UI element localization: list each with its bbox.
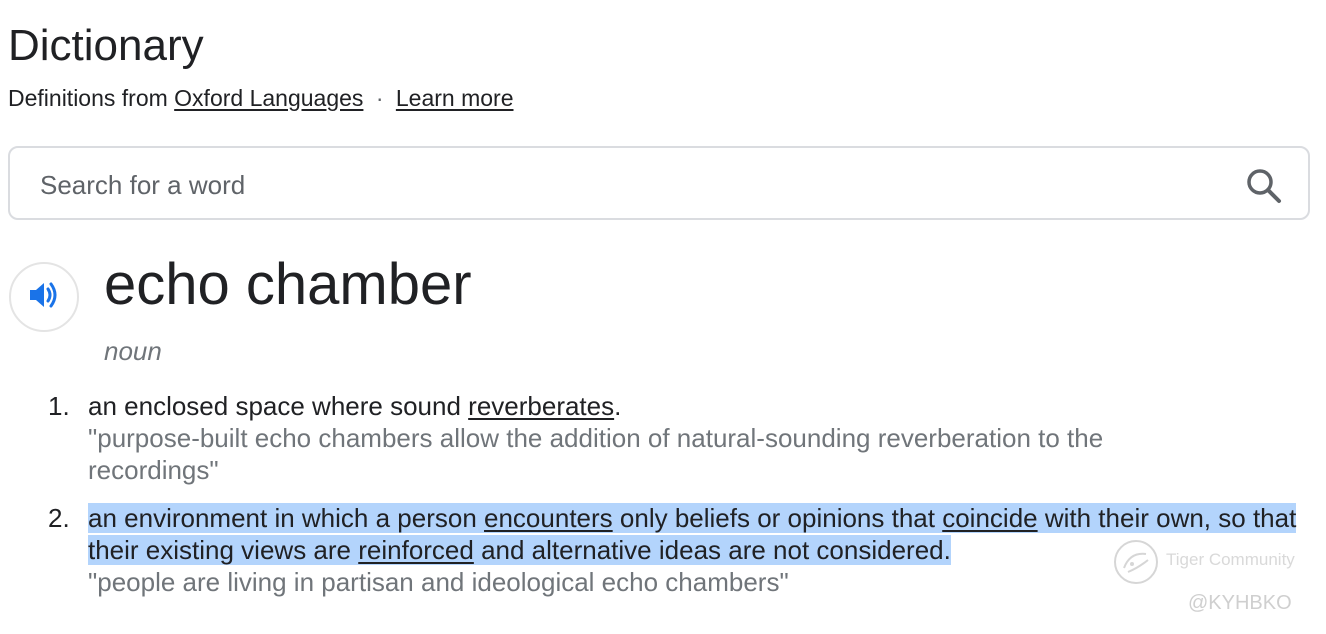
definition-text: and alternative ideas are not considered… bbox=[473, 535, 951, 565]
reverberates-link[interactable]: reverberates bbox=[468, 391, 614, 421]
headword: echo chamber bbox=[104, 252, 472, 317]
search-box bbox=[8, 146, 1310, 220]
oxford-languages-link[interactable]: Oxford Languages bbox=[174, 85, 363, 111]
source-prefix: Definitions from bbox=[8, 85, 168, 111]
definition-text: only beliefs or opinions that bbox=[612, 503, 943, 533]
definition-text: . bbox=[614, 391, 622, 421]
search-icon[interactable] bbox=[1244, 166, 1284, 206]
definition-text: an enclosed space where sound bbox=[88, 391, 469, 421]
watermark-text: Tiger Community bbox=[1166, 550, 1295, 569]
search-input[interactable] bbox=[38, 162, 1222, 208]
source-line: Definitions from Oxford Languages · Lear… bbox=[8, 84, 514, 112]
sense-example: "purpose-built echo chambers allow the a… bbox=[88, 423, 1104, 485]
watermark-handle: @KYHBKO bbox=[1188, 592, 1292, 614]
reinforced-link[interactable]: reinforced bbox=[358, 535, 474, 565]
sense-number: 1. bbox=[48, 391, 70, 421]
sense-number: 2. bbox=[48, 503, 70, 533]
learn-more-link[interactable]: Learn more bbox=[396, 85, 514, 111]
speaker-icon bbox=[25, 276, 63, 319]
encounters-link[interactable]: encounters bbox=[484, 503, 613, 533]
pronunciation-button[interactable] bbox=[9, 262, 79, 332]
definition-text: an environment in which a person bbox=[88, 503, 485, 533]
coincide-link[interactable]: coincide bbox=[942, 503, 1037, 533]
part-of-speech: noun bbox=[104, 336, 162, 366]
separator-dot: · bbox=[375, 85, 384, 111]
tiger-logo-icon bbox=[1112, 538, 1160, 591]
page-title: Dictionary bbox=[8, 21, 204, 70]
sense-definition: an enclosed space where sound reverberat… bbox=[88, 390, 1308, 422]
sense-example: "people are living in partisan and ideol… bbox=[88, 567, 789, 597]
